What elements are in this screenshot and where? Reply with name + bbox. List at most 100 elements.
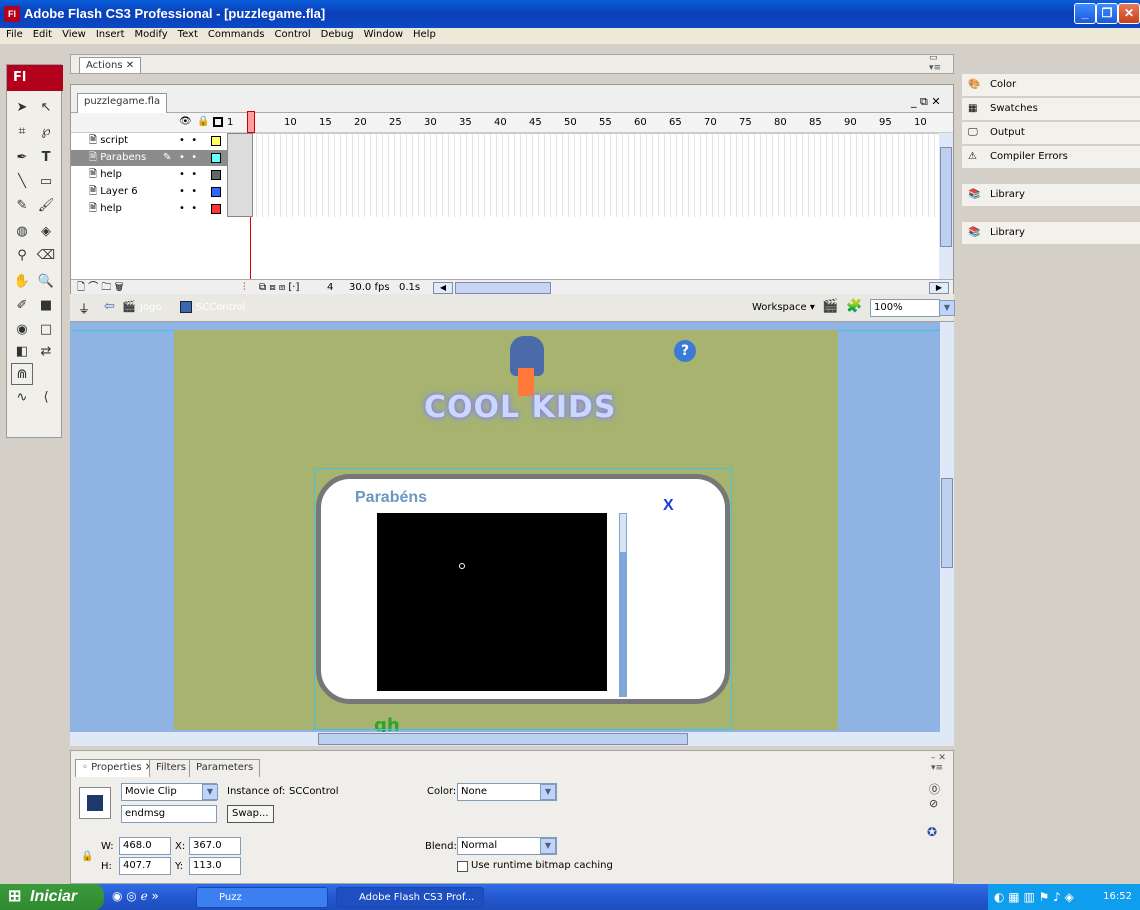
workspace-menu[interactable]: Workspace ▾	[752, 302, 815, 313]
swap-button[interactable]: Swap...	[227, 805, 274, 823]
hscroll-left[interactable]: ◀	[433, 282, 453, 294]
panel-library[interactable]: 📚 Library	[962, 184, 1140, 206]
center-frame-icon[interactable]: ⫶	[243, 280, 246, 295]
edit-scene-icon[interactable]: 🎬	[822, 299, 838, 314]
eye-icon[interactable]: 👁	[179, 116, 192, 127]
add-layer-icons[interactable]: 🗋 ⌒ 🗀 🗑	[77, 280, 124, 295]
panel-output[interactable]: 🖵 Output	[962, 122, 1140, 144]
onion-skin-icons[interactable]: ⧉ ⧈ ⧇ [·]	[259, 280, 299, 295]
eyedropper-tool-icon[interactable]: ⚲	[11, 245, 33, 267]
height-input[interactable]: 407.7	[119, 857, 171, 875]
menu-modify[interactable]: Modify	[129, 28, 172, 40]
frame-rate[interactable]: 30.0 fps	[349, 280, 390, 295]
menu-help[interactable]: Help	[407, 28, 440, 40]
back-arrow-icon[interactable]: ⇦	[104, 299, 115, 314]
lasso-tool-icon[interactable]: ℘	[35, 121, 57, 143]
brush-tool-icon[interactable]: 🖌	[35, 195, 57, 217]
close-button[interactable]: ✕	[1118, 3, 1140, 24]
instance-name-input[interactable]: endmsg	[121, 805, 217, 823]
pen-tool-icon[interactable]: ✒	[11, 147, 33, 169]
props-panel-controls[interactable]: – ✕ ▾≡	[931, 753, 946, 773]
edit-symbol-icon[interactable]: 🧩	[846, 299, 862, 314]
document-tab[interactable]: puzzlegame.fla	[77, 93, 168, 113]
y-input[interactable]: 113.0	[189, 857, 241, 875]
selection-tool-icon[interactable]: ➤	[11, 97, 33, 119]
task-flash[interactable]: Adobe Flash CS3 Prof...	[336, 887, 484, 908]
popup-scroll-thumb[interactable]	[619, 513, 627, 553]
congrats-popup[interactable]: Parabéns X	[316, 474, 730, 704]
panel-library-2[interactable]: 📚 Library	[962, 222, 1140, 244]
scene-breadcrumb[interactable]: Jogo	[140, 302, 162, 313]
props-expand-icon[interactable]: ⊘	[929, 797, 938, 810]
menu-insert[interactable]: Insert	[90, 28, 129, 40]
menu-text[interactable]: Text	[172, 28, 202, 40]
quicklaunch-icons[interactable]: ◉ ◎ ℯ »	[112, 889, 159, 903]
panel-compiler-errors[interactable]: ⚠ Compiler Errors	[962, 146, 1140, 168]
line-tool-icon[interactable]: ╲	[11, 171, 33, 193]
layer-color-swatch[interactable]	[211, 204, 221, 214]
layer-color-swatch[interactable]	[211, 153, 221, 163]
eraser-tool-icon[interactable]: ⌫	[35, 245, 57, 267]
fill-color-icon[interactable]: ◉	[11, 319, 33, 341]
menu-file[interactable]: File	[0, 28, 27, 40]
panel-swatches[interactable]: ▦ Swatches	[962, 98, 1140, 120]
width-input[interactable]: 468.0	[119, 837, 171, 855]
straighten-icon[interactable]: ⟨	[35, 387, 57, 409]
menu-edit[interactable]: Edit	[27, 28, 56, 40]
color-dropdown-icon[interactable]: ▼	[540, 784, 556, 800]
props-help-icon[interactable]: ⓪	[929, 781, 940, 797]
lock-icon[interactable]: 🔒	[197, 116, 209, 127]
frames-keyframe-span[interactable]	[227, 133, 253, 217]
text-tool-icon[interactable]: T	[35, 147, 57, 169]
stroke-color-icon[interactable]: ✐	[11, 295, 33, 317]
fill-swatch-icon[interactable]: □	[35, 319, 57, 341]
stage-hscroll-thumb[interactable]	[318, 733, 688, 745]
timeline-toggle-icon[interactable]: ⏚	[78, 300, 90, 317]
layer-row-parabens[interactable]: 🗎 Parabens ✎ • •	[71, 150, 227, 166]
zoom-select[interactable]: 100%	[870, 299, 940, 317]
pencil-tool-icon[interactable]: ✎	[11, 195, 33, 217]
swap-colors-icon[interactable]: ⇄	[35, 341, 57, 363]
zoom-tool-icon[interactable]: 🔍	[35, 271, 57, 293]
hscroll-right[interactable]: ▶	[929, 282, 949, 294]
default-colors-icon[interactable]: ◧	[11, 341, 33, 363]
blend-dropdown-icon[interactable]: ▼	[540, 838, 556, 854]
panel-color[interactable]: 🎨 Color	[962, 74, 1140, 96]
tray-icons[interactable]: ◐ ▦ ▥ ⚑ ♪ ◈	[994, 884, 1074, 910]
layer-color-swatch[interactable]	[211, 187, 221, 197]
paint-bucket-tool-icon[interactable]: ◈	[35, 221, 57, 243]
accessibility-icon[interactable]: ✪	[927, 825, 937, 839]
outline-icon[interactable]	[213, 117, 223, 127]
tab-properties[interactable]: ◦ Properties ✕	[75, 759, 161, 777]
actions-tab[interactable]: Actions ✕	[79, 57, 142, 73]
menu-view[interactable]: View	[56, 28, 90, 40]
stroke-swatch-icon[interactable]: ■	[35, 295, 57, 317]
minimize-button[interactable]: _	[1074, 3, 1096, 24]
menu-control[interactable]: Control	[269, 28, 315, 40]
layer-row-script[interactable]: 🗎 script • •	[71, 133, 227, 149]
menu-window[interactable]: Window	[358, 28, 407, 40]
doc-window-controls[interactable]: _ ⧉ ✕	[911, 95, 941, 109]
timeline-vscroll-thumb[interactable]	[940, 147, 952, 247]
bitmap-caching-checkbox[interactable]	[457, 861, 468, 872]
layer-color-swatch[interactable]	[211, 170, 221, 180]
symbol-breadcrumb[interactable]: SCControl	[196, 302, 245, 313]
menu-debug[interactable]: Debug	[315, 28, 358, 40]
ink-bottle-tool-icon[interactable]: ◍	[11, 221, 33, 243]
layer-color-swatch[interactable]	[211, 136, 221, 146]
lock-aspect-icon[interactable]: 🔒	[81, 851, 93, 862]
task-puzz[interactable]: Puzz	[196, 887, 328, 908]
tab-filters[interactable]: Filters	[149, 759, 193, 777]
smooth-icon[interactable]: ∿	[11, 387, 33, 409]
x-input[interactable]: 367.0	[189, 837, 241, 855]
symbol-type-dropdown-icon[interactable]: ▼	[202, 784, 218, 800]
timeline-hscroll-thumb[interactable]	[455, 282, 551, 294]
rectangle-tool-icon[interactable]: ▭	[35, 171, 57, 193]
start-button[interactable]: ⊞ Iniciar	[0, 884, 104, 910]
tab-parameters[interactable]: Parameters	[189, 759, 261, 777]
free-transform-tool-icon[interactable]: ⌗	[11, 121, 33, 143]
stage-vscroll-thumb[interactable]	[941, 478, 953, 568]
restore-button[interactable]: ❐	[1096, 3, 1118, 24]
layer-row-layer6[interactable]: 🗎 Layer 6 • •	[71, 184, 227, 200]
zoom-dropdown-icon[interactable]: ▼	[939, 300, 955, 316]
